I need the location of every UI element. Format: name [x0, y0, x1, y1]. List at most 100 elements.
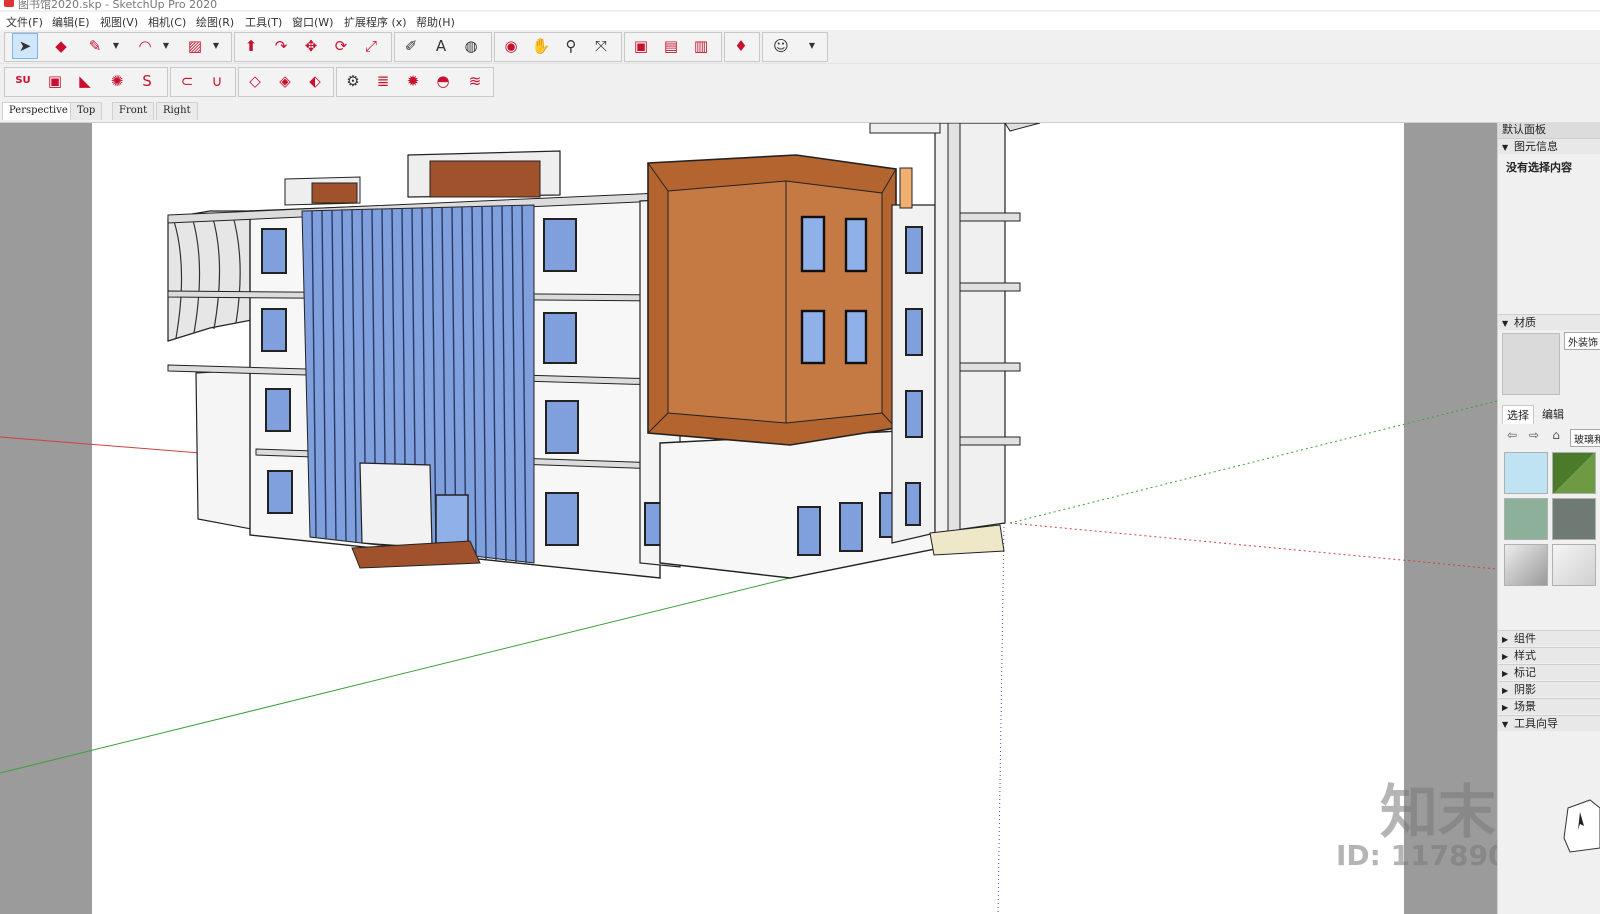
warehouse-icon[interactable]: ▣: [628, 33, 654, 59]
collapsed-arrow-icon: ▶: [1502, 635, 1509, 644]
plane-tool-1-icon[interactable]: ◇: [242, 68, 268, 94]
menu-tools[interactable]: 工具(T): [245, 14, 282, 30]
material-swatch[interactable]: [1504, 544, 1548, 586]
menu-camera[interactable]: 相机(C): [148, 14, 186, 30]
material-swatch[interactable]: [1552, 452, 1596, 494]
expanded-arrow-icon: ▼: [1502, 143, 1509, 152]
layers-stack-icon[interactable]: ≣: [370, 68, 396, 94]
tray-title: 默认面板: [1498, 122, 1600, 138]
components-header[interactable]: ▶ 组件: [1498, 630, 1600, 646]
collapsed-arrow-icon: ▶: [1502, 686, 1509, 695]
material-name-field[interactable]: 外装饰: [1564, 332, 1600, 350]
arc-icon[interactable]: ◠: [132, 33, 158, 59]
material-swatch[interactable]: [1504, 452, 1548, 494]
pencil-dropdown-icon[interactable]: ▼: [110, 33, 122, 59]
follow-me-icon[interactable]: ↷: [268, 33, 294, 59]
eraser-icon[interactable]: ◆: [48, 33, 74, 59]
atom-icon[interactable]: ✺: [104, 68, 130, 94]
sketchup-app-icon: [4, 0, 14, 7]
tab-top[interactable]: Top: [70, 102, 103, 120]
rectangle-dropdown-icon[interactable]: ▼: [210, 33, 222, 59]
su-app-icon[interactable]: SU: [10, 68, 36, 94]
wave-icon[interactable]: ≋: [462, 68, 488, 94]
magnet-icon[interactable]: ⊂: [174, 68, 200, 94]
account-dropdown-icon[interactable]: ▼: [806, 33, 818, 59]
move-icon[interactable]: ✥: [298, 33, 324, 59]
gear-red-icon[interactable]: ✹: [400, 68, 426, 94]
pan-hand-icon[interactable]: ✋: [528, 33, 554, 59]
paint-bucket-icon[interactable]: ◍: [458, 33, 484, 59]
sketchup-window: 图书馆2020.skp - SketchUp Pro 2020 文件(F) 编辑…: [0, 0, 1600, 914]
curve-magnet-icon[interactable]: ∪: [204, 68, 230, 94]
collapsed-arrow-icon: ▶: [1502, 669, 1509, 678]
rotate-icon[interactable]: ⟳: [328, 33, 354, 59]
plane-tool-2-icon[interactable]: ◈: [272, 68, 298, 94]
tab-front[interactable]: Front: [112, 102, 155, 120]
paint-tool-icon[interactable]: ◣: [72, 68, 98, 94]
model-viewport[interactable]: 知末 ID: 1178902772: [0, 122, 1497, 914]
scene-tabs: Perspective Top Front Right: [0, 101, 1600, 121]
home-icon[interactable]: ⌂: [1548, 427, 1564, 443]
window-title: 图书馆2020.skp - SketchUp Pro 2020: [18, 0, 218, 10]
text-icon[interactable]: A: [428, 33, 454, 59]
scenes-title: 场景: [1514, 700, 1536, 713]
entity-info-header[interactable]: ▼ 图元信息: [1498, 138, 1600, 154]
account-icon[interactable]: ☺: [768, 33, 794, 59]
back-arrow-icon[interactable]: ⇦: [1504, 427, 1520, 443]
pencil-line-icon[interactable]: ✎: [82, 33, 108, 59]
zoom-extents-icon[interactable]: ⤧: [588, 33, 614, 59]
library-building-model[interactable]: [167, 123, 1041, 579]
orbit-icon[interactable]: ◉: [498, 33, 524, 59]
instructor-header[interactable]: ▼ 工具向导: [1498, 715, 1600, 731]
no-selection-text: 没有选择内容: [1506, 161, 1572, 174]
menu-extensions[interactable]: 扩展程序 (x): [344, 14, 407, 30]
select-arrow-icon[interactable]: ➤: [12, 33, 38, 59]
expanded-arrow-icon: ▼: [1502, 319, 1509, 328]
tab-right[interactable]: Right: [156, 102, 198, 120]
material-library-select[interactable]: 玻璃和: [1570, 429, 1600, 447]
settings-gear-icon[interactable]: ⚙: [340, 68, 366, 94]
materials-header[interactable]: ▼ 材质: [1498, 314, 1600, 330]
collapsed-arrow-icon: ▶: [1502, 652, 1509, 661]
scale-icon[interactable]: ⤢: [358, 33, 384, 59]
scenes-header[interactable]: ▶ 场景: [1498, 698, 1600, 714]
ruby-console-icon[interactable]: ♦: [728, 33, 754, 59]
menu-help[interactable]: 帮助(H): [416, 14, 455, 30]
extension-warehouse-icon[interactable]: ▤: [658, 33, 684, 59]
extension-box-icon[interactable]: ▣: [42, 68, 68, 94]
menu-view[interactable]: 视图(V): [100, 14, 138, 30]
arc-dropdown-icon[interactable]: ▼: [160, 33, 172, 59]
push-pull-icon[interactable]: ⬆: [238, 33, 264, 59]
material-preview-swatch[interactable]: [1502, 333, 1560, 395]
tape-measure-icon[interactable]: ✐: [398, 33, 424, 59]
instructor-preview-graphic: [1563, 799, 1600, 853]
shadows-title: 阴影: [1514, 683, 1536, 696]
send-to-layout-icon[interactable]: ▥: [688, 33, 714, 59]
shadows-header[interactable]: ▶ 阴影: [1498, 681, 1600, 697]
styles-header[interactable]: ▶ 样式: [1498, 647, 1600, 663]
dome-icon[interactable]: ◓: [430, 68, 456, 94]
tags-title: 标记: [1514, 666, 1536, 679]
plane-tool-3-icon[interactable]: ⬖: [302, 68, 328, 94]
collapsed-arrow-icon: ▶: [1502, 703, 1509, 712]
blue-axis-dashed: [997, 522, 1005, 914]
tab-perspective[interactable]: Perspective: [2, 102, 75, 120]
rectangle-icon[interactable]: ▨: [182, 33, 208, 59]
extensions-toolbar: SU ▣ ◣ ✺ S ⊂ ∪ ◇ ◈ ⬖ ⚙ ≣ ✹ ◓ ≋: [0, 65, 1600, 99]
tags-header[interactable]: ▶ 标记: [1498, 664, 1600, 680]
menu-file[interactable]: 文件(F): [6, 14, 43, 30]
zoom-icon[interactable]: ⚲: [558, 33, 584, 59]
menu-draw[interactable]: 绘图(R): [196, 14, 234, 30]
material-swatch[interactable]: [1552, 544, 1596, 586]
default-tray: 默认面板 ▼ 图元信息 没有选择内容 ▼ 材质 外装饰 选择 编辑 ⇦ ⇨ ⌂ 玻璃…: [1497, 122, 1600, 914]
material-swatch[interactable]: [1504, 498, 1548, 540]
menu-window[interactable]: 窗口(W): [292, 14, 333, 30]
green-axis-line: [0, 577, 791, 774]
materials-title: 材质: [1514, 316, 1536, 329]
menu-edit[interactable]: 编辑(E): [52, 14, 90, 30]
s-logo-icon[interactable]: S: [134, 68, 160, 94]
forward-arrow-icon[interactable]: ⇨: [1526, 427, 1542, 443]
material-swatch[interactable]: [1552, 498, 1596, 540]
tab-select[interactable]: 选择: [1502, 405, 1534, 424]
tab-edit[interactable]: 编辑: [1538, 405, 1568, 423]
